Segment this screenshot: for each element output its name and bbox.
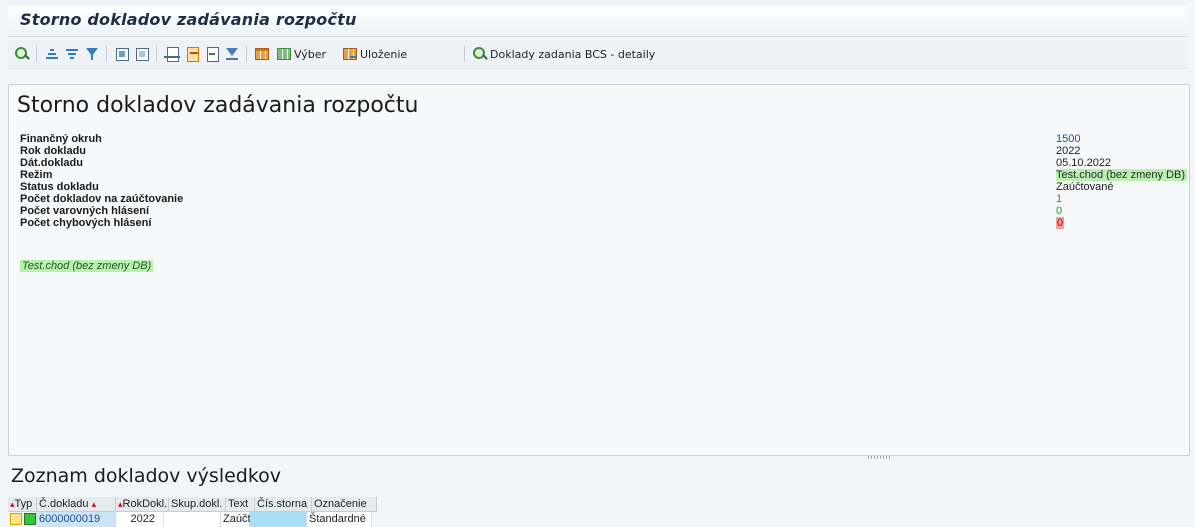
field-values: 1500 2022 05.10.2022 Test.chod (bez zmen… bbox=[1056, 133, 1187, 229]
storno-number-cell bbox=[250, 512, 307, 527]
value-doc-year: 2022 bbox=[1056, 145, 1081, 157]
details-button[interactable] bbox=[14, 44, 30, 64]
table-row[interactable]: 6000000019 2022 Zaúčt. Štandardné bbox=[8, 512, 377, 527]
column-header-type[interactable]: ▴Typ bbox=[8, 497, 37, 512]
sort-descending-icon bbox=[64, 46, 80, 62]
expand-icon bbox=[114, 46, 130, 62]
label-error-count: Počet chybových hlásení bbox=[20, 217, 152, 229]
value-docs-to-post: 1 bbox=[1056, 193, 1063, 205]
save-layout-button[interactable]: Uloženie bbox=[342, 44, 407, 64]
grid-select-icon bbox=[276, 46, 292, 62]
label-doc-year: Rok dokladu bbox=[20, 145, 87, 157]
label-warning-count: Počet varovných hlásení bbox=[20, 205, 149, 217]
select-button-label: Výber bbox=[294, 47, 327, 61]
label-docs-to-post: Počet dokladov na zaúčtovanie bbox=[20, 193, 184, 205]
doc-year-cell: 2022 bbox=[116, 512, 164, 527]
summary-panel: Storno dokladov zadávania rozpočtu Finan… bbox=[8, 84, 1190, 456]
type-cell bbox=[8, 512, 37, 527]
print-button[interactable] bbox=[164, 44, 180, 64]
export-button[interactable] bbox=[184, 44, 200, 64]
expand-button[interactable] bbox=[114, 44, 130, 64]
layout-icon bbox=[224, 46, 240, 62]
table-view-button[interactable] bbox=[254, 44, 270, 64]
layout-button[interactable] bbox=[224, 44, 240, 64]
status-green-icon bbox=[24, 513, 36, 526]
label-mode: Režim bbox=[20, 169, 53, 181]
results-title: Zoznam dokladov výsledkov bbox=[11, 465, 282, 487]
bcs-details-button[interactable]: Doklady zadania BCS - detaily bbox=[472, 44, 655, 64]
value-error-count: 0 bbox=[1056, 217, 1065, 229]
toolbar-separator bbox=[464, 46, 465, 62]
table-icon bbox=[254, 46, 270, 62]
select-button[interactable]: Výber bbox=[276, 44, 326, 64]
splitter-handle[interactable] bbox=[868, 456, 890, 459]
column-header-storno-number[interactable]: Čís.storna bbox=[255, 497, 312, 512]
field-labels: Finančný okruh Rok dokladu Dát.dokladu R… bbox=[20, 133, 183, 229]
value-financial-area[interactable]: 1500 bbox=[1056, 133, 1080, 145]
application-toolbar: Výber Uloženie Doklady zadania BCS - det… bbox=[8, 40, 1188, 69]
label-doc-status: Status dokladu bbox=[20, 181, 99, 193]
bcs-details-button-label: Doklady zadania BCS - detaily bbox=[490, 47, 656, 61]
magnifier-icon bbox=[14, 46, 30, 62]
save-layout-button-label: Uloženie bbox=[360, 47, 408, 61]
document-arrow-icon bbox=[204, 46, 220, 62]
panel-title: Storno dokladov zadávania rozpočtu bbox=[17, 93, 419, 118]
column-header-doc-number[interactable]: Č.dokladu ▴ bbox=[37, 497, 116, 512]
column-header-text[interactable]: Text bbox=[226, 497, 255, 512]
column-header-doc-group[interactable]: Skup.dokl. bbox=[169, 497, 226, 512]
toolbar-separator bbox=[156, 46, 157, 62]
column-header-designation[interactable]: Označenie bbox=[312, 497, 377, 512]
value-doc-status: Zaúčtované bbox=[1056, 181, 1114, 193]
doc-group-cell bbox=[164, 512, 221, 527]
sort-ascending-icon bbox=[44, 46, 60, 62]
print-icon bbox=[164, 46, 180, 62]
send-button[interactable] bbox=[204, 44, 220, 64]
toolbar-separator bbox=[36, 46, 37, 62]
doc-number-cell[interactable]: 6000000019 bbox=[37, 512, 116, 527]
test-run-note: Test.chod (bez zmeny DB) bbox=[20, 260, 154, 272]
magnifier-icon bbox=[472, 46, 488, 62]
designation-cell: Štandardné bbox=[307, 512, 372, 527]
window-title: Storno dokladov zadávania rozpočtu bbox=[20, 10, 357, 29]
sort-ascending-button[interactable] bbox=[44, 44, 60, 64]
filter-icon bbox=[84, 46, 100, 62]
collapse-icon bbox=[134, 46, 150, 62]
title-bar: Storno dokladov zadávania rozpočtu bbox=[8, 6, 1188, 37]
results-table: ▴Typ Č.dokladu ▴ ▴RokDokl. Skup.dokl. Te… bbox=[8, 497, 377, 527]
value-mode: Test.chod (bez zmeny DB) bbox=[1056, 169, 1187, 181]
collapse-button[interactable] bbox=[134, 44, 150, 64]
grid-save-icon bbox=[342, 46, 358, 62]
text-cell: Zaúčt. bbox=[221, 512, 254, 527]
toolbar-separator bbox=[106, 46, 107, 62]
value-warning-count: 0 bbox=[1056, 205, 1063, 217]
toolbar-separator bbox=[246, 46, 247, 62]
status-yellow-icon bbox=[10, 513, 22, 526]
label-financial-area: Finančný okruh bbox=[20, 133, 102, 145]
label-doc-date: Dát.dokladu bbox=[20, 157, 83, 169]
sort-descending-button[interactable] bbox=[64, 44, 80, 64]
value-doc-date: 05.10.2022 bbox=[1056, 157, 1112, 169]
filter-button[interactable] bbox=[84, 44, 100, 64]
column-header-doc-year[interactable]: ▴RokDokl. bbox=[116, 497, 169, 512]
export-icon bbox=[184, 46, 200, 62]
table-header: ▴Typ Č.dokladu ▴ ▴RokDokl. Skup.dokl. Te… bbox=[8, 497, 377, 512]
